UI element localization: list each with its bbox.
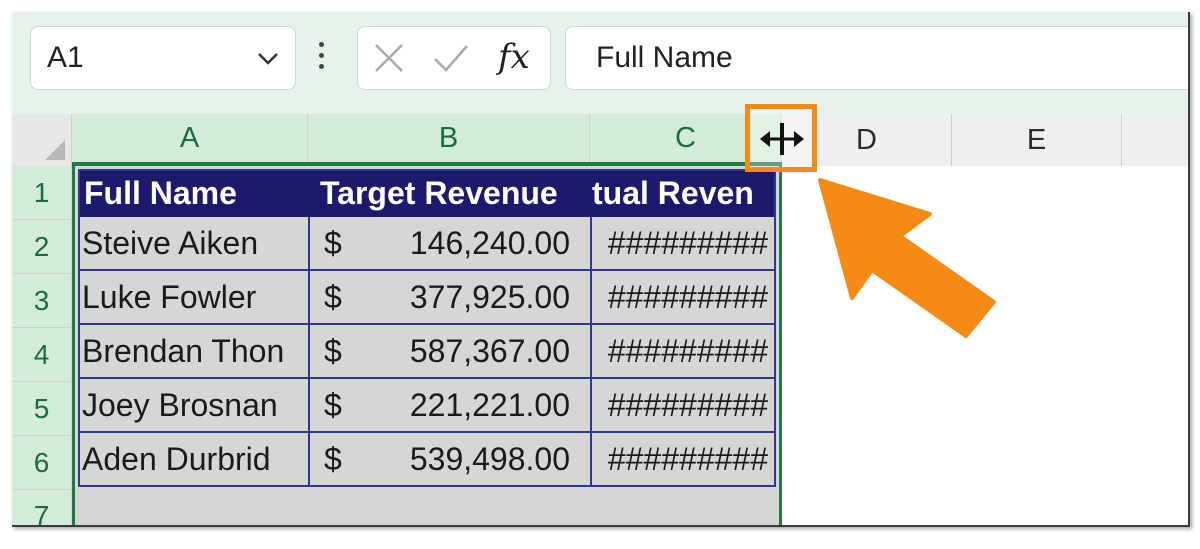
column-header-e[interactable]: E <box>952 114 1122 166</box>
vertical-dots-icon[interactable] <box>319 42 325 74</box>
formula-value: Full Name <box>596 41 733 74</box>
confirm-check-icon[interactable] <box>432 41 470 75</box>
insert-function-button[interactable]: fx <box>498 37 530 77</box>
cell-c3[interactable]: ######### <box>592 271 776 325</box>
row-header-5[interactable]: 5 <box>12 382 72 436</box>
resize-column-cursor-icon <box>760 123 804 155</box>
currency-symbol: $ <box>324 332 342 369</box>
cell-b5[interactable]: $221,221.00 <box>310 379 592 433</box>
row-header-6[interactable]: 6 <box>12 436 72 490</box>
cell-c2[interactable]: ######### <box>592 217 776 271</box>
cell-b6[interactable]: $539,498.00 <box>310 433 592 487</box>
name-box-value: A1 <box>47 41 84 74</box>
excel-window: A1 fx Full Name A B C D E 1 2 3 4 5 6 7 … <box>12 12 1190 527</box>
row-header-2[interactable]: 2 <box>12 220 72 274</box>
target-value: 221,221.00 <box>409 386 570 423</box>
row-header-3[interactable]: 3 <box>12 274 72 328</box>
cell-c5[interactable]: ######### <box>592 379 776 433</box>
currency-symbol: $ <box>324 440 342 477</box>
target-value: 377,925.00 <box>409 278 570 315</box>
overflow-hash: ######### <box>607 332 768 369</box>
target-value: 587,367.00 <box>409 332 570 369</box>
row-header-1[interactable]: 1 <box>12 166 72 220</box>
formula-controls: fx <box>357 26 551 90</box>
cell-b2[interactable]: $146,240.00 <box>310 217 592 271</box>
cell-b1[interactable]: Target Revenue <box>310 169 592 217</box>
cell-c6[interactable]: ######### <box>592 433 776 487</box>
target-value: 539,498.00 <box>409 440 570 477</box>
cell-a4[interactable]: Brendan Thon <box>78 325 310 379</box>
overflow-hash: ######### <box>607 386 768 423</box>
cell-a5[interactable]: Joey Brosnan <box>78 379 310 433</box>
target-value: 146,240.00 <box>409 224 570 261</box>
overflow-hash: ######### <box>607 440 768 477</box>
column-header-a[interactable]: A <box>72 114 308 166</box>
cancel-x-icon[interactable] <box>372 41 406 75</box>
name-box[interactable]: A1 <box>30 26 296 90</box>
cell-b3[interactable]: $377,925.00 <box>310 271 592 325</box>
cell-a2[interactable]: Steive Aiken <box>78 217 310 271</box>
cell-c1[interactable]: tual Reven <box>592 169 776 217</box>
column-resize-handle[interactable] <box>745 104 817 172</box>
formula-input[interactable]: Full Name <box>565 26 1188 90</box>
cell-a1[interactable]: Full Name <box>78 169 310 217</box>
cell-c4[interactable]: ######### <box>592 325 776 379</box>
cell-b4[interactable]: $587,367.00 <box>310 325 592 379</box>
currency-symbol: $ <box>324 386 342 423</box>
row-header-7[interactable]: 7 <box>12 490 72 525</box>
row-header-4[interactable]: 4 <box>12 328 72 382</box>
cell-a6[interactable]: Aden Durbrid <box>78 433 310 487</box>
column-header-b[interactable]: B <box>308 114 590 166</box>
chevron-down-icon[interactable] <box>255 45 281 71</box>
pointer-arrow-icon <box>818 178 996 338</box>
select-all-corner[interactable] <box>12 114 72 166</box>
currency-symbol: $ <box>324 224 342 261</box>
currency-symbol: $ <box>324 278 342 315</box>
overflow-hash: ######### <box>607 278 768 315</box>
cell-a3[interactable]: Luke Fowler <box>78 271 310 325</box>
overflow-hash: ######### <box>607 224 768 261</box>
